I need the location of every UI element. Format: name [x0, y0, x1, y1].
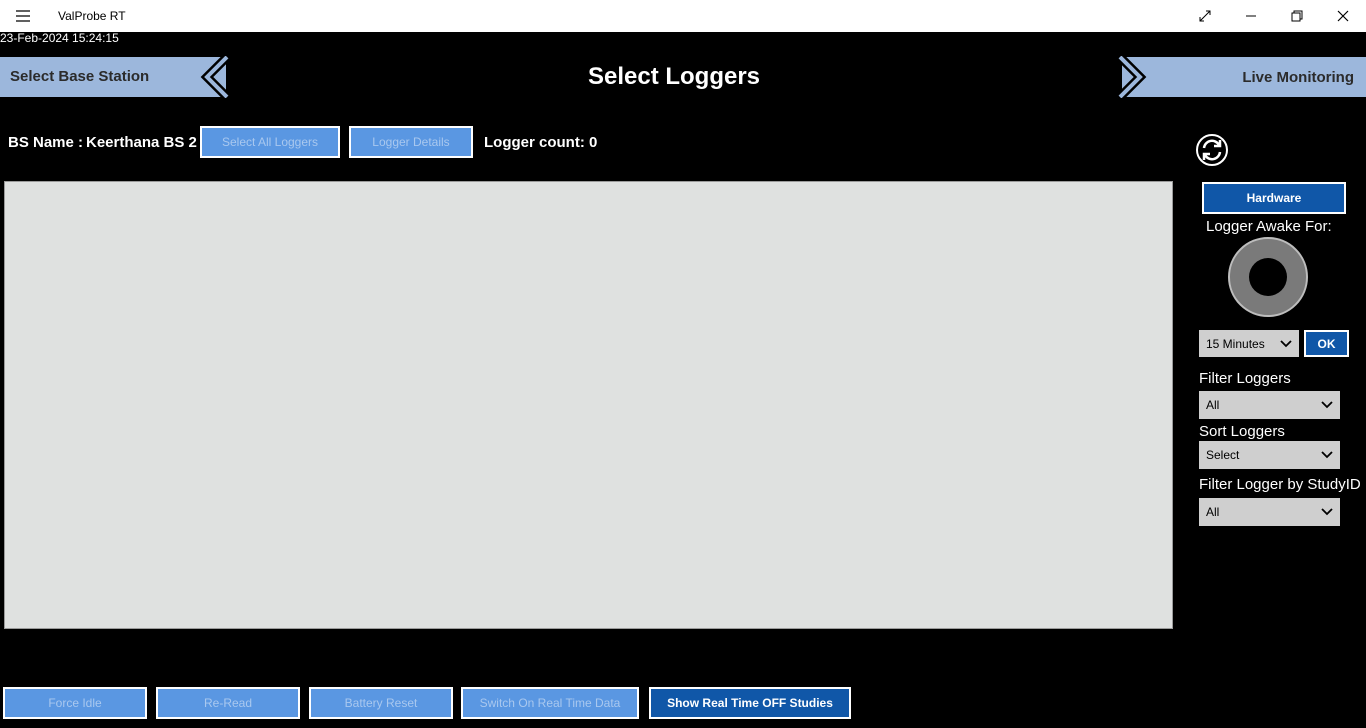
awake-duration-select[interactable]: 15 Minutes: [1199, 330, 1299, 357]
fullscreen-icon[interactable]: [1182, 0, 1228, 32]
page-title: Select Loggers: [587, 63, 761, 90]
app-title: ValProbe RT: [58, 9, 126, 23]
select-base-station-label: Select Base Station: [10, 68, 150, 85]
live-monitoring-label: Live Monitoring: [1242, 69, 1354, 86]
re-read-button[interactable]: Re-Read: [156, 687, 300, 719]
filter-by-studyid-select[interactable]: All: [1199, 498, 1340, 526]
chevron-down-icon: [1321, 451, 1333, 459]
select-all-loggers-button[interactable]: Select All Loggers: [200, 126, 340, 158]
sort-loggers-value: Select: [1206, 448, 1240, 462]
chevron-down-icon: [1280, 340, 1292, 348]
chevron-down-icon: [1321, 401, 1333, 409]
close-icon[interactable]: [1320, 0, 1366, 32]
chevron-right-icon[interactable]: [1112, 56, 1152, 98]
switch-on-real-time-button[interactable]: Switch On Real Time Data: [461, 687, 639, 719]
restore-icon[interactable]: [1274, 0, 1320, 32]
awake-dial[interactable]: [1228, 237, 1308, 317]
dial-center: [1249, 258, 1287, 296]
logger-details-button[interactable]: Logger Details: [349, 126, 473, 158]
force-idle-button[interactable]: Force Idle: [3, 687, 147, 719]
awake-duration-value: 15 Minutes: [1206, 337, 1265, 351]
logger-count: Logger count: 0: [484, 134, 598, 151]
sort-loggers-select[interactable]: Select: [1199, 441, 1340, 469]
sort-loggers-label: Sort Loggers: [1199, 423, 1285, 440]
chevron-down-icon: [1321, 508, 1333, 516]
filter-loggers-select[interactable]: All: [1199, 391, 1340, 419]
filter-loggers-value: All: [1206, 398, 1220, 412]
bs-name-label: BS Name :: [8, 134, 84, 151]
hardware-button[interactable]: Hardware: [1202, 182, 1346, 214]
filter-loggers-label: Filter Loggers: [1199, 370, 1291, 387]
show-real-time-off-studies-button[interactable]: Show Real Time OFF Studies: [649, 687, 851, 719]
title-bar: ValProbe RT: [0, 0, 1366, 32]
current-datetime: 23-Feb-2024 15:24:15: [0, 31, 119, 45]
bs-name-value: Keerthana BS 2: [86, 134, 197, 151]
chevron-left-icon[interactable]: [195, 56, 235, 98]
filter-by-studyid-label: Filter Logger by StudyID: [1199, 476, 1361, 493]
logger-list[interactable]: [4, 181, 1173, 629]
ok-button[interactable]: OK: [1304, 330, 1349, 357]
minimize-icon[interactable]: [1228, 0, 1274, 32]
select-base-station-button[interactable]: Select Base Station: [0, 57, 226, 97]
refresh-icon[interactable]: [1195, 133, 1229, 167]
logger-awake-label: Logger Awake For:: [1206, 218, 1332, 235]
menu-icon[interactable]: [12, 8, 34, 24]
filter-by-studyid-value: All: [1206, 505, 1220, 519]
battery-reset-button[interactable]: Battery Reset: [309, 687, 453, 719]
live-monitoring-button[interactable]: Live Monitoring: [1122, 57, 1366, 97]
